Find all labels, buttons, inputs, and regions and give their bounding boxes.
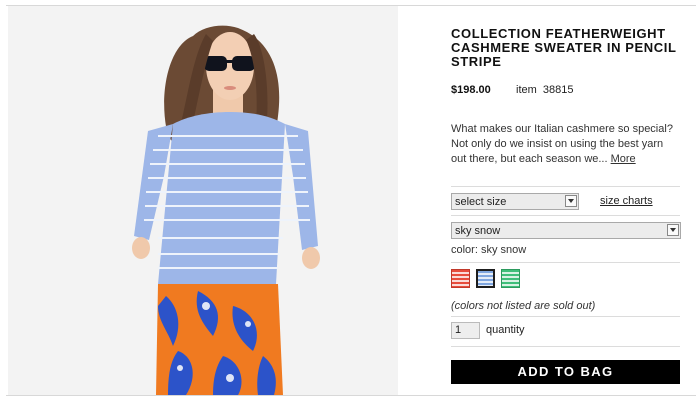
bottom-divider — [6, 395, 696, 396]
color-swatch-sky-snow[interactable] — [476, 269, 495, 288]
size-select-value: select size — [455, 196, 507, 208]
item-number: item 38815 — [516, 84, 573, 96]
quantity-input[interactable]: 1 — [451, 322, 480, 339]
product-title: COLLECTION FEATHERWEIGHT CASHMERE SWEATE… — [451, 26, 677, 69]
divider — [451, 346, 680, 347]
size-charts-link[interactable]: size charts — [600, 195, 653, 207]
size-select[interactable]: select size — [451, 193, 579, 210]
chevron-down-icon — [565, 195, 577, 207]
chevron-down-icon — [667, 224, 679, 236]
color-select-value: sky snow — [455, 225, 501, 237]
product-description: What makes our Italian cashmere so speci… — [451, 122, 681, 167]
divider — [451, 316, 680, 317]
more-link[interactable]: More — [611, 153, 636, 165]
item-number-value: 38815 — [542, 84, 574, 96]
color-swatch-green[interactable] — [501, 269, 520, 288]
quantity-label: quantity — [486, 324, 525, 336]
description-text: What makes our Italian cashmere so speci… — [451, 123, 673, 165]
product-photo — [8, 6, 398, 395]
add-to-bag-button[interactable]: ADD TO BAG — [451, 360, 680, 384]
sold-out-note: (colors not listed are sold out) — [451, 300, 596, 312]
divider — [451, 215, 680, 216]
color-swatch-red[interactable] — [451, 269, 470, 288]
divider — [451, 262, 680, 263]
color-select[interactable]: sky snow — [451, 222, 681, 239]
product-price: $198.00 — [451, 84, 491, 96]
color-label: color: sky snow — [451, 244, 527, 256]
item-label: item — [516, 84, 537, 96]
divider — [451, 186, 680, 187]
